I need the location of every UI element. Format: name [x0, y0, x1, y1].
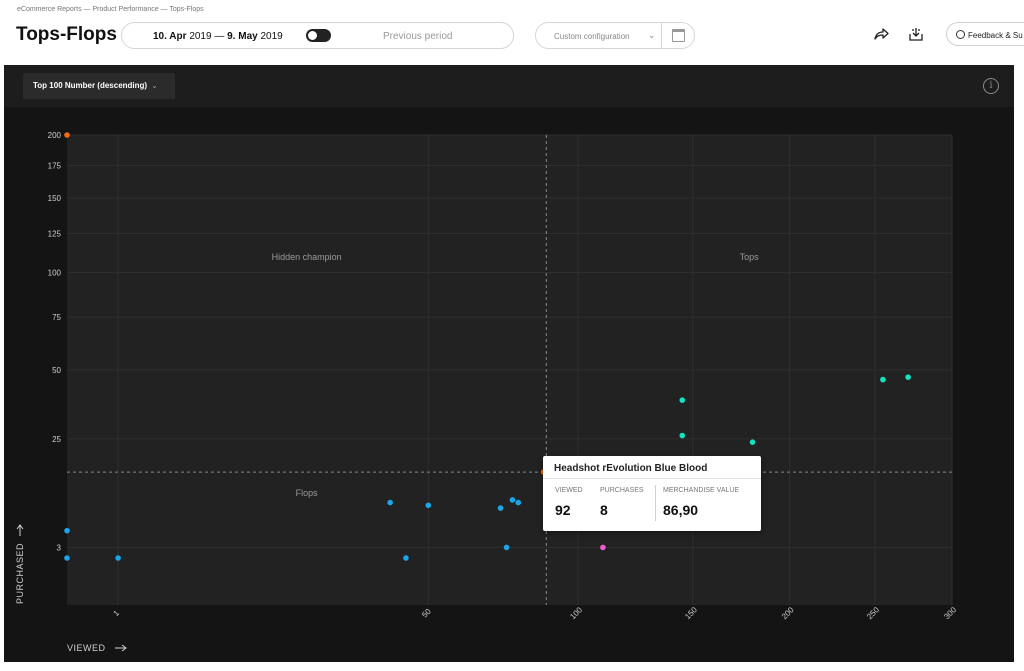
y-tick-label: 175: [48, 161, 62, 170]
tooltip-title: Headshot rEvolution Blue Blood: [554, 463, 708, 474]
data-point-flop: [497, 505, 504, 511]
y-axis-label: PURCHASED: [15, 543, 25, 604]
y-tick-label: 125: [48, 229, 62, 238]
product-tooltip: Headshot rEvolution Blue Blood VIEWED 92…: [543, 456, 761, 531]
y-tick-label: 200: [48, 131, 62, 140]
scatter-chart: 32550751001251501752001 50 100 150 200 250 300…: [15, 131, 959, 653]
y-axis-arrow-icon: [16, 524, 24, 536]
x-tick-label: 100: [568, 605, 584, 621]
tooltip-purchases-label: PURCHASES: [600, 487, 644, 494]
data-point-flop: [509, 497, 516, 503]
tooltip-viewed-label: VIEWED: [555, 487, 583, 494]
tooltip-viewed-value: 92: [555, 502, 571, 518]
data-point-flop: [425, 502, 432, 509]
x-tick-label: 1: [112, 608, 122, 618]
data-point-hidden: [64, 132, 70, 138]
data-point-top: [749, 439, 756, 445]
x-tick-label: 300: [942, 605, 958, 621]
data-point-flop: [503, 544, 510, 551]
y-tick-label: 25: [52, 435, 61, 444]
x-tick-label: 250: [865, 605, 881, 621]
quadrant-label-flops: Flops: [296, 488, 319, 498]
data-point-flop: [64, 527, 70, 534]
tooltip-purchases: PURCHASES 8: [600, 487, 644, 518]
y-tick-label: 50: [52, 366, 61, 375]
data-point-flop: [387, 499, 393, 506]
data-point-top: [679, 432, 686, 439]
tooltip-merchandise: MERCHANDISE VALUE 86,90: [663, 487, 739, 518]
quadrant-label-tops: Tops: [740, 252, 760, 262]
data-point-flop: [515, 499, 522, 506]
data-point-hype: [600, 544, 606, 551]
data-point-flop: [64, 555, 70, 561]
data-point-top: [905, 374, 911, 380]
tooltip-merch-label: MERCHANDISE VALUE: [663, 487, 740, 494]
tooltip-merch-value: 86,90: [663, 502, 699, 518]
y-tick-label: 75: [52, 313, 61, 322]
y-tick-label: 150: [48, 194, 62, 203]
data-point-flop: [115, 555, 121, 561]
x-axis-label: VIEWED: [67, 643, 106, 653]
x-tick-label: 200: [780, 605, 796, 621]
x-tick-label: 150: [683, 605, 699, 621]
tooltip-purchases-value: 8: [600, 502, 608, 518]
data-point-top: [679, 397, 686, 403]
tooltip-viewed: VIEWED 92: [555, 487, 583, 518]
tooltip-divider: [655, 485, 656, 521]
tooltip-separator: [543, 478, 761, 479]
data-point-flop: [403, 555, 409, 561]
y-tick-label: 100: [48, 269, 62, 278]
quadrant-label-hidden-champion: Hidden champion: [272, 252, 342, 262]
data-point-top: [880, 376, 886, 383]
x-axis-arrow-icon: [115, 644, 127, 652]
x-tick-label: 50: [420, 607, 433, 620]
y-tick-label: 3: [57, 543, 62, 552]
